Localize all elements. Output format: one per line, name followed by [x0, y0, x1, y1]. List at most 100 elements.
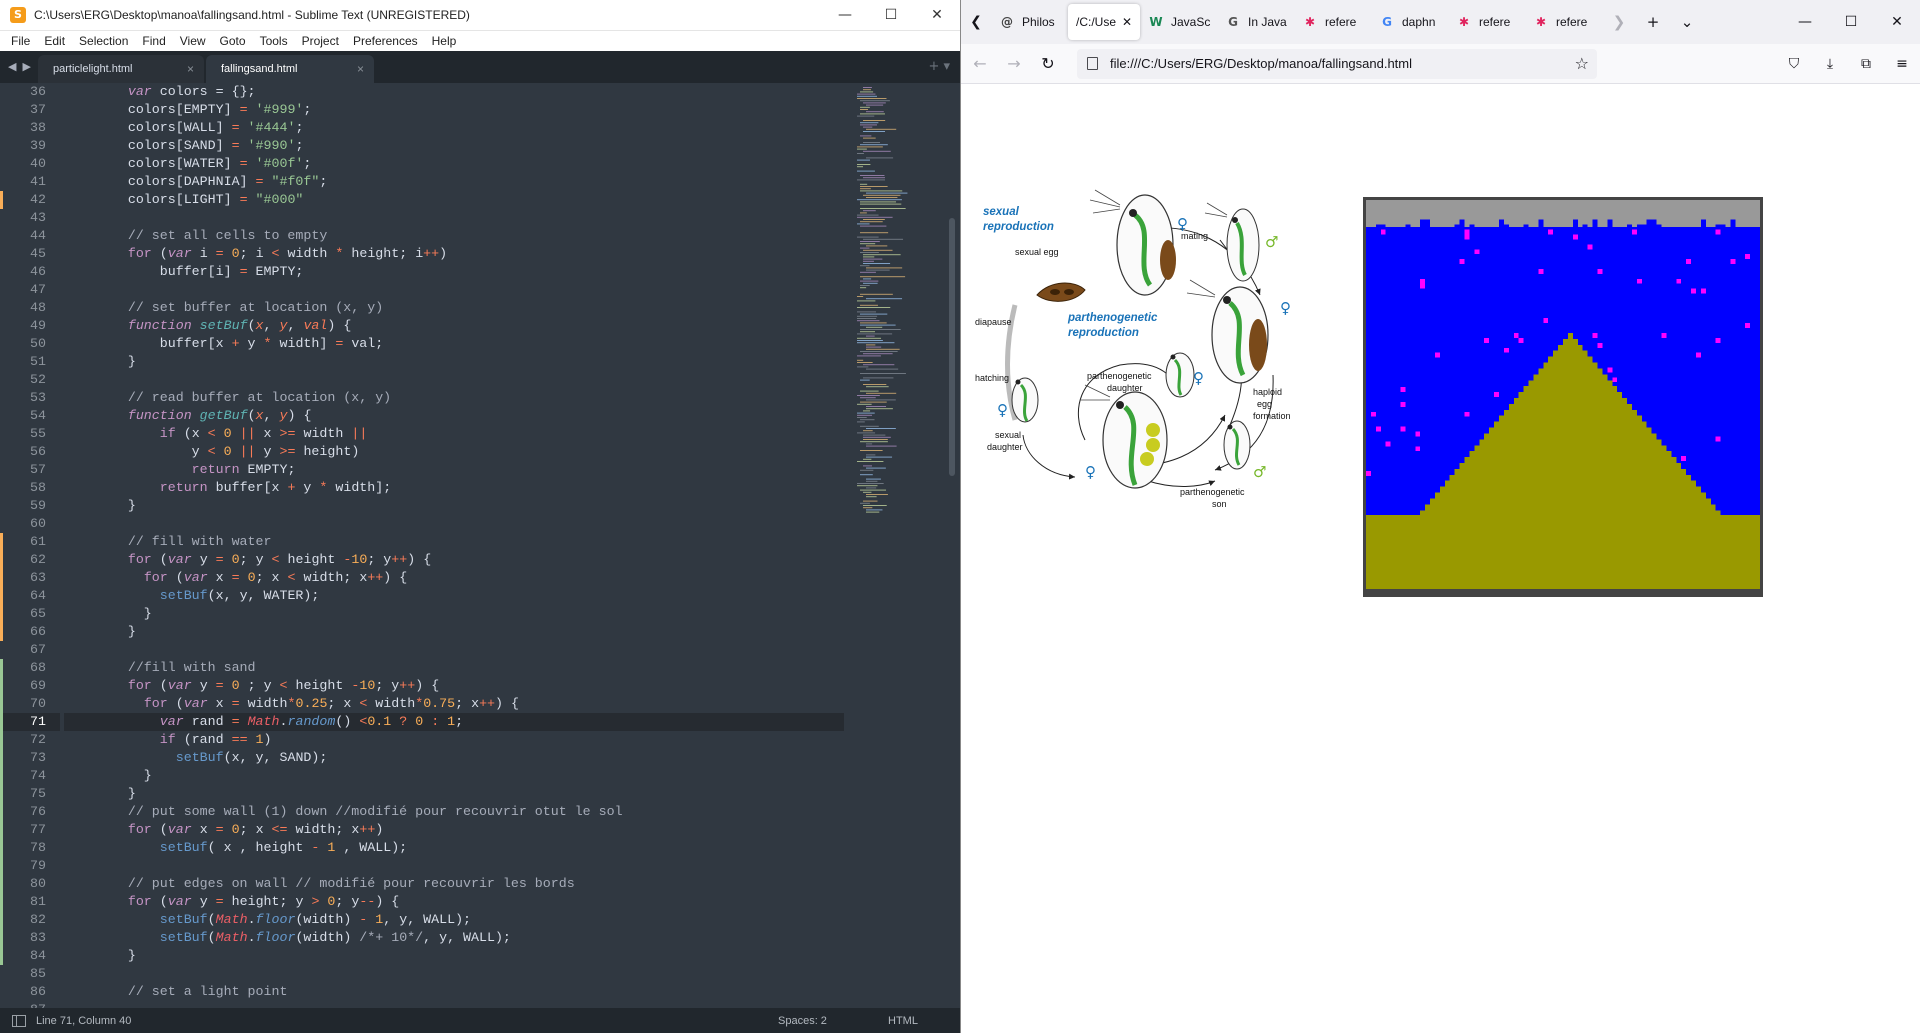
- status-indentation[interactable]: Spaces: 2: [778, 1015, 888, 1027]
- daphnia-particle: [1745, 254, 1751, 260]
- sublime-minimize-button[interactable]: —: [822, 0, 868, 31]
- menu-goto[interactable]: Goto: [213, 34, 253, 48]
- tab-particlelight[interactable]: particlelight.html ×: [38, 55, 204, 83]
- code-token: /*+ 10*/: [359, 930, 424, 945]
- code-token: y: [239, 336, 264, 351]
- code-line: colors[DAPHNIA] = "#f0f";: [64, 173, 844, 191]
- pocket-icon[interactable]: ⛉: [1776, 56, 1812, 72]
- status-syntax[interactable]: HTML: [888, 1015, 960, 1027]
- diff-marker: [0, 785, 3, 803]
- code-line: for (var i = 0; i < width * height; i++): [64, 245, 844, 263]
- back-icon[interactable]: ←: [965, 54, 995, 73]
- code-token: ; y: [367, 552, 392, 567]
- daphnia-particle: [1518, 337, 1524, 343]
- browser-tab[interactable]: Gdaphn: [1371, 4, 1448, 40]
- code-token: x: [207, 570, 232, 585]
- tab-close-icon[interactable]: ×: [357, 62, 364, 76]
- line-number: 83: [0, 929, 60, 947]
- tab-fallingsand[interactable]: fallingsand.html ×: [206, 55, 374, 83]
- menu-file[interactable]: File: [4, 34, 37, 48]
- browser-tab[interactable]: W JavaSc: [1140, 4, 1217, 40]
- tab-nav-arrows-icon[interactable]: ◀▶: [8, 60, 37, 73]
- code-token: i: [191, 246, 216, 261]
- sidebar-toggle-icon[interactable]: [12, 1014, 26, 1027]
- menu-project[interactable]: Project: [295, 34, 346, 48]
- minimap-line: [857, 355, 881, 357]
- new-tab-icon[interactable]: +: [1636, 13, 1670, 31]
- falling-sand-canvas[interactable]: [1363, 197, 1763, 597]
- code-area[interactable]: var colors = {}; colors[EMPTY] = '#999';…: [64, 83, 844, 1008]
- water-surface-cell: [1592, 219, 1598, 228]
- sand-column: [1400, 515, 1406, 594]
- daphnia-particle: [1400, 401, 1406, 407]
- female-symbol-icon: ♀: [1177, 215, 1188, 233]
- minimap-line: [866, 269, 890, 271]
- code-token: *: [263, 336, 272, 351]
- line-number-text: 37: [30, 102, 46, 117]
- sand-column: [1395, 515, 1401, 594]
- menu-preferences[interactable]: Preferences: [346, 34, 425, 48]
- code-token: val;: [343, 336, 384, 351]
- browser-tab[interactable]: ✱ refere: [1294, 4, 1371, 40]
- url-bar[interactable]: file:///C:/Users/ERG/Desktop/manoa/falli…: [1077, 48, 1597, 79]
- code-token: y: [191, 894, 216, 909]
- browser-tab[interactable]: /C:/Use ✕: [1068, 4, 1140, 40]
- sand-column: [1705, 498, 1711, 594]
- menu-find[interactable]: Find: [135, 34, 172, 48]
- url-text[interactable]: file:///C:/Users/ERG/Desktop/manoa/falli…: [1110, 56, 1575, 71]
- minimap-line: [866, 326, 883, 328]
- code-token: =: [231, 120, 240, 135]
- tab-scroll-left-icon[interactable]: ❮: [961, 14, 991, 30]
- firefox-close-button[interactable]: ✕: [1874, 0, 1920, 44]
- extensions-icon[interactable]: ⧉: [1848, 56, 1884, 72]
- bookmark-star-icon[interactable]: ☆: [1575, 54, 1589, 73]
- minimap-line: [857, 403, 872, 405]
- browser-tab[interactable]: G In Java: [1217, 4, 1294, 40]
- menu-view[interactable]: View: [173, 34, 213, 48]
- tab-close-icon[interactable]: ✕: [1122, 15, 1132, 29]
- daphnia-particle: [1730, 259, 1736, 265]
- reload-icon[interactable]: ↻: [1033, 54, 1063, 73]
- menu-selection[interactable]: Selection: [72, 34, 135, 48]
- forward-icon[interactable]: →: [999, 54, 1029, 73]
- code-token: '#444': [247, 120, 296, 135]
- menu-icon[interactable]: ≡: [1884, 56, 1920, 72]
- download-icon[interactable]: ⤓: [1812, 56, 1848, 72]
- tab-scroll-right-icon[interactable]: ❯: [1602, 13, 1636, 31]
- editor-scrollbar[interactable]: [949, 218, 955, 476]
- firefox-maximize-button[interactable]: ☐: [1828, 0, 1874, 44]
- menu-tools[interactable]: Tools: [253, 34, 295, 48]
- water-surface-cell: [1469, 224, 1475, 233]
- tab-close-icon[interactable]: ×: [187, 62, 194, 76]
- firefox-minimize-button[interactable]: —: [1782, 0, 1828, 44]
- minimap[interactable]: [855, 83, 950, 523]
- line-number: 84: [0, 947, 60, 965]
- water-surface-cell: [1636, 224, 1642, 233]
- sublime-maximize-button[interactable]: ☐: [868, 0, 914, 31]
- line-number-text: 73: [30, 750, 46, 765]
- code-editor[interactable]: 36 37 38 39 40 41 42 43 44 45 46 47 48 49 50 51 52 53 54 55…: [0, 83, 960, 1008]
- daphnia-particle: [1691, 288, 1696, 294]
- water-surface-cell: [1646, 219, 1652, 228]
- daphnia-parthenogenetic-son: [1223, 420, 1251, 470]
- minimap-line: [860, 373, 906, 374]
- menu-help[interactable]: Help: [425, 34, 464, 48]
- minimap-line: [860, 201, 897, 203]
- water-surface-cell: [1459, 219, 1465, 228]
- diff-marker: [0, 623, 3, 641]
- minimap-line: [866, 509, 883, 511]
- browser-tab[interactable]: ✱ refere: [1448, 4, 1525, 40]
- menu-edit[interactable]: Edit: [37, 34, 72, 48]
- water-surface-cell: [1523, 224, 1529, 233]
- sublime-close-button[interactable]: ✕: [914, 0, 960, 31]
- new-tab-and-dropdown-icon[interactable]: + ▾: [928, 59, 950, 74]
- browser-tab[interactable]: ✱ refere: [1525, 4, 1602, 40]
- minimap-line: [866, 406, 887, 407]
- list-all-tabs-icon[interactable]: ⌄: [1670, 13, 1704, 31]
- browser-tab[interactable]: @ Philos: [991, 4, 1068, 40]
- line-number-text: 63: [30, 570, 46, 585]
